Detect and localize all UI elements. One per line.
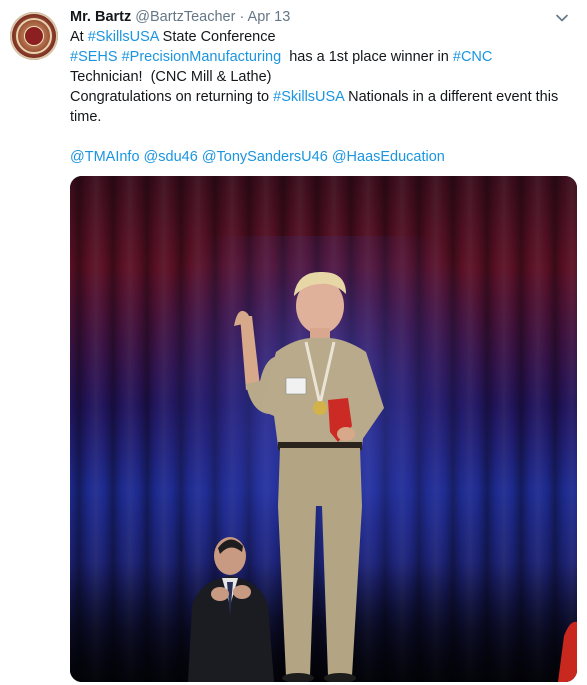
- tweet-line-4: Congratulations on returning to #SkillsU…: [70, 87, 575, 107]
- mention-tmainfo[interactable]: @TMAInfo: [70, 149, 140, 165]
- mention-sdu46[interactable]: @sdu46: [144, 149, 198, 165]
- partial-figure: [558, 621, 577, 682]
- text-segment: Congratulations on returning to: [70, 89, 274, 105]
- tweet-date[interactable]: Apr 13: [248, 9, 291, 25]
- chevron-down-icon[interactable]: [554, 10, 570, 26]
- applauding-man: [188, 537, 274, 682]
- tweet-line-2: #SEHS #PrecisionManufacturing has a 1st …: [70, 47, 575, 67]
- text-segment: has a 1st place winner in: [281, 49, 453, 65]
- tweet-line-3: Technician! (CNC Mill & Lathe): [70, 69, 272, 85]
- hashtag-skillsusa[interactable]: #SkillsUSA: [88, 29, 159, 45]
- tweet-header: Mr. Bartz @BartzTeacher · Apr 13: [70, 8, 290, 26]
- tweet-line-1: At #SkillsUSA State Conference: [70, 27, 575, 47]
- mention-tonysandersu46[interactable]: @TonySandersU46: [202, 149, 328, 165]
- photo-figures: [188, 271, 577, 682]
- author-name[interactable]: Mr. Bartz: [70, 9, 131, 25]
- author-handle[interactable]: @BartzTeacher: [135, 9, 235, 25]
- tweet: Mr. Bartz @BartzTeacher · Apr 13 At #Ski…: [0, 0, 587, 685]
- hashtag-skillsusa-2[interactable]: #SkillsUSA: [273, 89, 344, 105]
- mention-haaseducation[interactable]: @HaasEducation: [332, 149, 445, 165]
- tweet-text: At #SkillsUSA State Conference #SEHS #Pr…: [70, 27, 575, 167]
- text-segment: Nationals in a different event this: [344, 89, 559, 105]
- tweet-photo[interactable]: [70, 176, 577, 682]
- hashtag-cnc[interactable]: #CNC: [453, 49, 492, 65]
- text-segment: At: [70, 29, 88, 45]
- seal-center: [24, 26, 44, 46]
- tweet-line-5: time.: [70, 109, 102, 125]
- mentions-line: @TMAInfo @sdu46 @TonySandersU46 @HaasEdu…: [70, 147, 575, 167]
- hashtag-sehs[interactable]: #SEHS: [70, 49, 118, 65]
- separator-dot: ·: [239, 9, 245, 25]
- text-segment: State Conference: [158, 29, 276, 45]
- hashtag-precisionmanufacturing[interactable]: #PrecisionManufacturing: [122, 49, 282, 65]
- avatar[interactable]: [10, 12, 58, 60]
